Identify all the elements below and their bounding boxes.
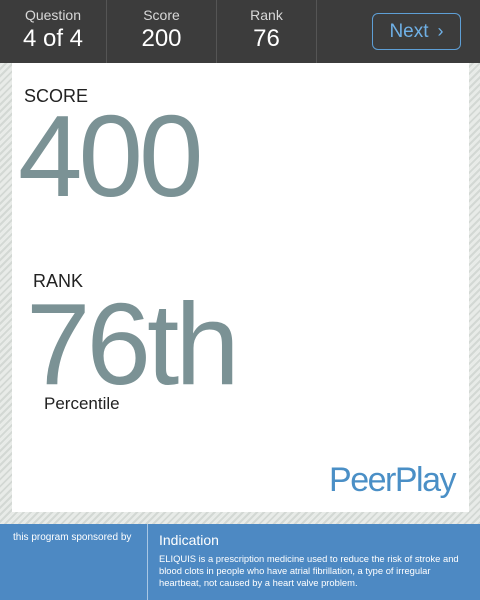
chevron-right-icon: › — [437, 21, 444, 41]
next-label: Next — [389, 20, 429, 42]
sponsor-footer: this program sponsored by Indication ELI… — [0, 524, 480, 600]
score-stat-label: Score — [143, 7, 180, 23]
top-bar: Question 4 of 4 Score 200 Rank 76 Next › — [0, 0, 480, 63]
question-value: 4 of 4 — [22, 25, 84, 52]
next-area: Next › — [317, 0, 480, 63]
question-stat: Question 4 of 4 — [0, 0, 107, 63]
score-stat: Score 200 — [107, 0, 217, 63]
next-button[interactable]: Next › — [372, 13, 461, 50]
score-stat-value: 200 — [141, 25, 182, 52]
indication-title: Indication — [159, 532, 219, 548]
percentile-label: Percentile — [44, 394, 120, 413]
indication-text: ELIQUIS is a prescription medicine used … — [159, 553, 459, 588]
results-card: SCORE 400 RANK 76th Percentile PeerPlay — [12, 63, 469, 512]
rank-stat-value: 76 — [253, 25, 280, 52]
score-value: 400 — [18, 91, 204, 221]
indication-panel[interactable]: Indication ELIQUIS is a prescription med… — [148, 524, 480, 600]
rank-stat: Rank 76 — [217, 0, 317, 63]
rank-stat-label: Rank — [250, 7, 283, 23]
rank-value: 76th — [26, 279, 240, 409]
peerplay-logo: PeerPlay — [329, 461, 456, 499]
sponsor-text: this program sponsored by — [0, 524, 148, 600]
question-label: Question — [24, 7, 82, 23]
